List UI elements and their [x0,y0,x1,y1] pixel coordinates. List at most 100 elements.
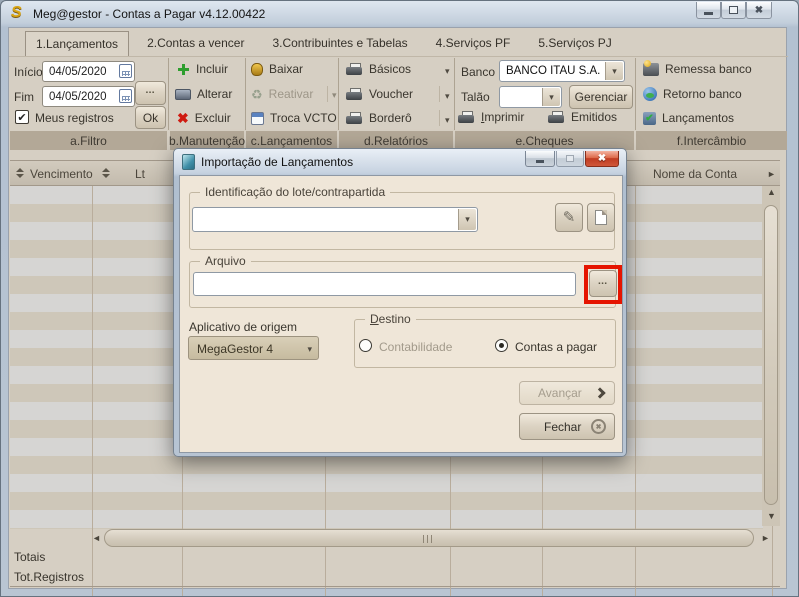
scroll-left-icon[interactable]: ◄ [92,534,101,543]
section-filtro: a.Filtro [10,131,167,150]
browse-file-button[interactable]: ▪▪▪ [589,270,617,297]
lancamentos-button[interactable]: ✔ Lançamentos [643,111,734,125]
horizontal-scroll-thumb[interactable] [104,529,754,547]
dialog-body: Identificação do lote/contrapartida ▾ ✎ … [179,175,623,453]
circle-x-icon: ✖ [591,419,606,434]
voucher-dropdown-icon[interactable]: ▾ [445,91,450,102]
fim-label: Fim [14,90,34,104]
basicos-dropdown-icon[interactable]: ▾ [445,66,450,77]
sort-icon[interactable] [16,168,24,178]
radio-contabilidade [359,339,372,352]
radio-contas-a-pagar[interactable] [495,339,508,352]
scroll-down-icon[interactable]: ▼ [767,512,776,521]
title-bar: S Meg@gestor - Contas a Pagar v4.12.0042… [1,1,798,27]
close-button[interactable]: ✖ [746,2,772,19]
imprimir-button[interactable]: Imprimir [458,110,524,124]
avancar-button: Avançar [519,381,615,405]
calendar-swap-icon [251,111,264,125]
remessa-banco-button[interactable]: Remessa banco [643,59,752,76]
chevron-down-icon[interactable]: ▾ [605,62,623,80]
app-window: S Meg@gestor - Contas a Pagar v4.12.0042… [0,0,799,597]
toolbar-divider [338,58,339,130]
dialog-icon [182,154,195,170]
scroll-up-icon[interactable]: ▲ [767,188,776,197]
talao-combobox[interactable]: ▾ [499,86,562,108]
column-header-lt[interactable]: Lt [110,167,170,181]
dialog-minimize-button[interactable] [525,151,555,167]
ok-button[interactable]: Ok [135,106,166,129]
tabbar-divider [9,56,788,57]
meus-registros-checkbox[interactable]: ✔ [15,110,29,124]
section-intercambio: f.Intercâmbio [636,131,787,150]
banco-combobox[interactable]: BANCO ITAU S.A. ▾ [499,60,625,82]
tab-servicos-pf[interactable]: 4.Serviços PF [426,31,521,57]
edit-lote-button[interactable]: ✎ [555,203,583,232]
new-lote-button[interactable] [587,203,615,232]
calendar-icon[interactable] [119,64,132,78]
dialog-close-button[interactable]: ✖ [585,151,619,167]
printer-icon [346,62,363,76]
column-header-vencimento[interactable]: Vencimento [30,167,93,181]
voucher-button[interactable]: Voucher [346,87,413,101]
lote-combobox[interactable]: ▾ [192,207,478,232]
window-title: Meg@gestor - Contas a Pagar v4.12.00422 [33,7,266,21]
tab-contas-a-vencer[interactable]: 2.Contas a vencer [137,31,254,57]
reativar-dropdown-icon[interactable]: ▾ [332,90,337,101]
alterar-label: Alterar [197,87,233,101]
chevron-down-icon[interactable]: ▾ [307,344,312,355]
meus-registros-label: Meus registros [35,111,114,125]
scroll-right-icon[interactable]: ► [761,534,770,543]
restore-icon [729,6,738,14]
minimize-button[interactable] [696,2,721,19]
inicio-date-field [42,61,135,82]
bordero-dropdown-icon[interactable]: ▾ [445,115,450,126]
imprimir-label: Imprimir [481,110,525,124]
column-scroll-right-icon[interactable]: ► [767,170,776,179]
remessa-banco-label: Remessa banco [665,62,752,76]
dialog-maximize-button[interactable] [556,151,584,167]
basicos-button[interactable]: Básicos [346,62,411,76]
tot-registros-label: Tot.Registros [14,570,85,584]
printer-icon [458,110,475,124]
excluir-label: Excluir [194,111,231,125]
baixar-button[interactable]: Baixar [251,62,303,76]
reativar-button: ♻ Reativar [251,87,313,101]
vertical-scrollbar[interactable]: ▲ ▼ [762,186,780,526]
totais-label: Totais [14,550,46,564]
horizontal-scrollbar[interactable]: ◄ ► [89,529,781,549]
reativar-label: Reativar [268,87,314,101]
fechar-label: Fechar [544,419,582,434]
toolbar-divider [454,58,455,130]
inicio-label: Início [14,65,43,79]
column-header-nome-da-conta[interactable]: Nome da Conta [632,167,758,181]
aplicativo-value: MegaGestor 4 [197,342,274,356]
bordero-button[interactable]: Borderô [346,111,412,125]
printer-icon [346,111,363,125]
app-logo-icon: S [11,4,22,21]
incluir-button[interactable]: Incluir [177,62,228,76]
tab-contribuintes-e-tabelas[interactable]: 3.Contribuintes e Tabelas [262,31,417,57]
emitidos-button[interactable]: Emitidos [548,110,617,124]
chevron-down-icon[interactable]: ▾ [458,209,476,230]
retorno-banco-button[interactable]: Retorno banco [643,87,742,101]
fechar-button[interactable]: Fechar ✖ [519,413,615,440]
emitidos-label: Emitidos [571,110,618,124]
destino-group-label: Destino [365,312,416,326]
lote-group-label: Identificação do lote/contrapartida [200,185,391,199]
calendar-icon[interactable] [119,89,132,103]
restore-button[interactable] [721,2,746,19]
tab-servicos-pj[interactable]: 5.Serviços PJ [528,31,621,57]
voucher-label: Voucher [369,87,414,101]
filter-more-button[interactable]: ▪▪▪ [135,81,166,105]
alterar-button[interactable]: Alterar [175,87,232,101]
gerenciar-button[interactable]: Gerenciar [569,85,633,109]
tab-lancamentos[interactable]: 1.Lançamentos [25,31,130,57]
sort-icon[interactable] [102,168,110,178]
arquivo-input[interactable] [193,272,576,296]
chevron-down-icon[interactable]: ▾ [542,88,560,106]
vertical-scroll-thumb[interactable] [764,205,778,505]
troca-vcto-button[interactable]: Troca VCTO [251,111,337,125]
excluir-button[interactable]: ✖ Excluir [177,111,231,126]
aplicativo-combobox[interactable]: MegaGestor 4 ▾ [188,336,319,360]
globe-icon [643,87,657,101]
